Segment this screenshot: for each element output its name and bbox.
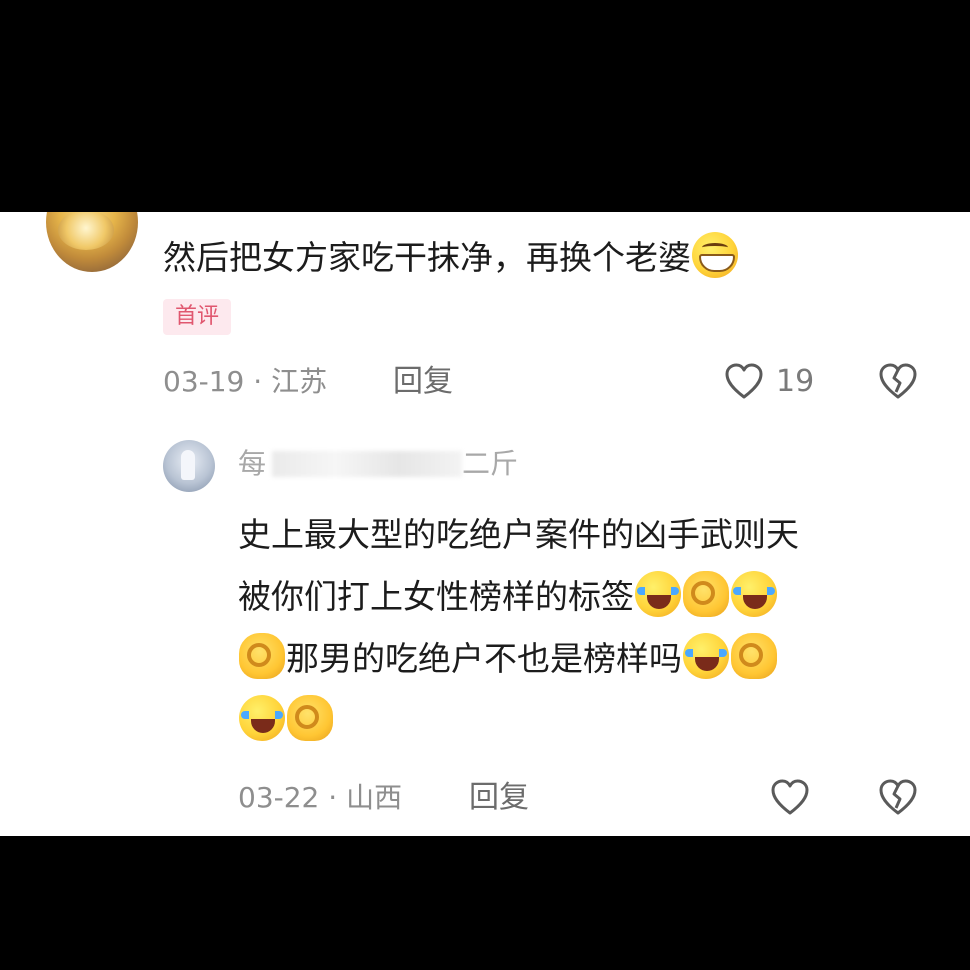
comment-text: 然后把女方家吃干抹净，再换个老婆 xyxy=(163,232,923,282)
comment-card: 然后把女方家吃干抹净，再换个老婆 首评 03-19 · 江苏 回复 19 每二斤… xyxy=(0,212,970,836)
tears-of-joy-emoji-icon xyxy=(731,571,777,617)
comment-meta: 03-19 · 江苏 xyxy=(163,365,328,398)
ok-hand-emoji-icon xyxy=(731,633,777,679)
ok-hand-emoji-icon xyxy=(287,695,333,741)
like-count: 19 xyxy=(776,364,815,399)
avatar[interactable] xyxy=(163,440,215,492)
comment-location: 山西 xyxy=(346,781,403,814)
comment-date: 03-22 xyxy=(238,781,320,814)
ok-hand-emoji-icon xyxy=(239,633,285,679)
avatar[interactable] xyxy=(46,212,138,272)
ok-hand-emoji-icon xyxy=(683,571,729,617)
comment-line: 被你们打上女性榜样的标签 xyxy=(238,566,938,628)
blurred-username xyxy=(272,451,463,477)
comment-line: 史上最大型的吃绝户案件的凶手武则天 xyxy=(238,515,799,554)
heart-outline-icon[interactable] xyxy=(724,362,764,402)
grinning-face-emoji-icon xyxy=(692,232,738,278)
broken-heart-icon[interactable] xyxy=(878,362,918,402)
tears-of-joy-emoji-icon xyxy=(635,571,681,617)
comment-body: 然后把女方家吃干抹净，再换个老婆 xyxy=(163,238,691,277)
comment-line: 那男的吃绝户不也是榜样吗 xyxy=(238,628,938,690)
reply-button[interactable]: 回复 xyxy=(393,362,453,402)
broken-heart-icon[interactable] xyxy=(878,778,918,818)
first-comment-badge: 首评 xyxy=(163,299,232,335)
comment-text: 史上最大型的吃绝户案件的凶手武则天 被你们打上女性榜样的标签 那男的吃绝户不也是… xyxy=(238,504,938,752)
tears-of-joy-emoji-icon xyxy=(683,633,729,679)
reply-button[interactable]: 回复 xyxy=(469,778,529,818)
comment-location: 江苏 xyxy=(271,365,328,398)
comment-line xyxy=(238,690,938,752)
comment-date: 03-19 xyxy=(163,365,245,398)
comment-meta: 03-22 · 山西 xyxy=(238,781,403,814)
tears-of-joy-emoji-icon xyxy=(239,695,285,741)
heart-outline-icon[interactable] xyxy=(770,778,810,818)
username[interactable]: 每二斤 xyxy=(238,444,518,484)
